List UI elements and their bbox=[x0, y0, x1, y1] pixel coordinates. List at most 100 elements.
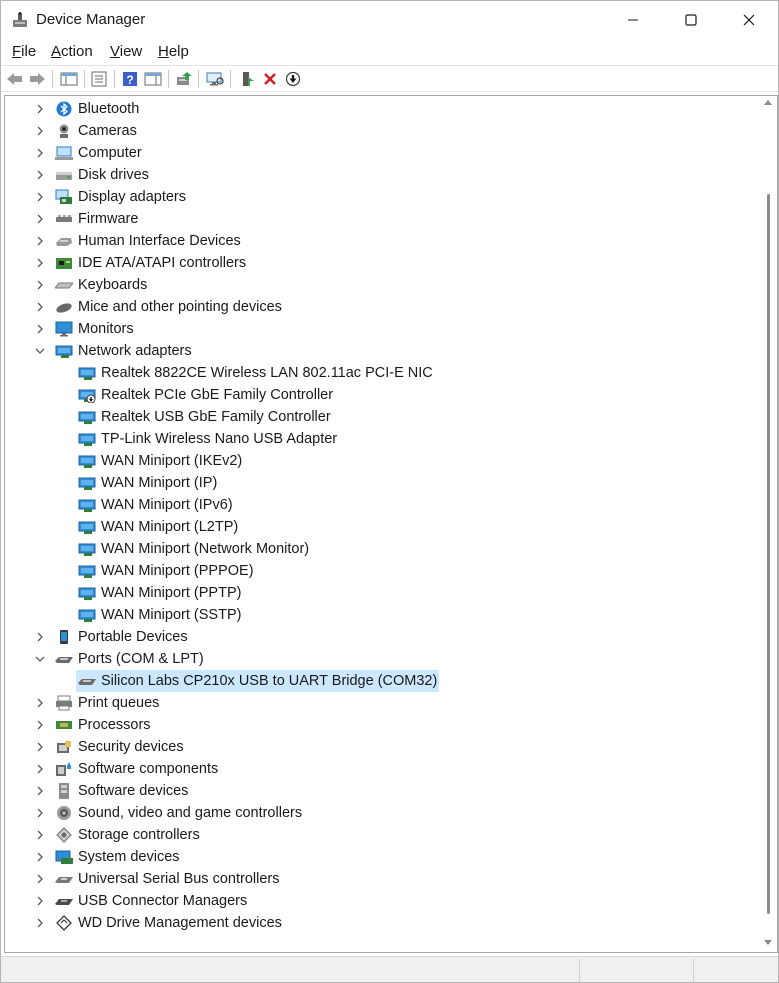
title-bar[interactable]: Device Manager bbox=[1, 1, 778, 39]
tree-category[interactable]: Universal Serial Bus controllers bbox=[5, 868, 755, 890]
tree-category[interactable]: Storage controllers bbox=[5, 824, 755, 846]
tree-category[interactable]: Cameras bbox=[5, 120, 755, 142]
scroll-up-arrow-icon[interactable] bbox=[764, 100, 772, 105]
keyboard-icon bbox=[53, 277, 75, 293]
chevron-down-icon[interactable] bbox=[34, 653, 46, 665]
tree-device[interactable]: Silicon Labs CP210x USB to UART Bridge (… bbox=[5, 670, 755, 692]
chevron-right-icon[interactable] bbox=[34, 301, 46, 313]
tree-category[interactable]: Monitors bbox=[5, 318, 755, 340]
tree-category[interactable]: Disk drives bbox=[5, 164, 755, 186]
network-adapter-icon bbox=[78, 563, 96, 579]
chevron-right-icon[interactable] bbox=[34, 235, 46, 247]
port-icon bbox=[78, 673, 96, 689]
tree-device[interactable]: WAN Miniport (IKEv2) bbox=[5, 450, 755, 472]
tree-category[interactable]: Network adapters bbox=[5, 340, 755, 362]
chevron-down-icon[interactable] bbox=[34, 345, 46, 357]
menu-view[interactable]: View bbox=[110, 43, 142, 60]
uninstall-device-button[interactable] bbox=[260, 69, 280, 89]
tree-category[interactable]: Firmware bbox=[5, 208, 755, 230]
tree-category[interactable]: Sound, video and game controllers bbox=[5, 802, 755, 824]
menu-file[interactable]: File bbox=[12, 43, 36, 60]
tree-category[interactable]: Computer bbox=[5, 142, 755, 164]
enable-device-button[interactable] bbox=[237, 69, 257, 89]
tree-category[interactable]: IDE ATA/ATAPI controllers bbox=[5, 252, 755, 274]
forward-button[interactable] bbox=[27, 69, 47, 89]
chevron-right-icon[interactable] bbox=[34, 873, 46, 885]
chevron-right-icon[interactable] bbox=[34, 213, 46, 225]
tree-category[interactable]: Display adapters bbox=[5, 186, 755, 208]
chevron-right-icon[interactable] bbox=[34, 763, 46, 775]
chevron-right-icon[interactable] bbox=[34, 125, 46, 137]
tree-device[interactable]: TP-Link Wireless Nano USB Adapter bbox=[5, 428, 755, 450]
tree-device[interactable]: WAN Miniport (IP) bbox=[5, 472, 755, 494]
tree-device[interactable]: WAN Miniport (Network Monitor) bbox=[5, 538, 755, 560]
action-pane-button[interactable] bbox=[143, 69, 163, 89]
device-tree[interactable]: Bluetooth Cameras Computer Disk drives Displ… bbox=[4, 95, 778, 953]
chevron-right-icon[interactable] bbox=[34, 279, 46, 291]
tree-category[interactable]: Ports (COM & LPT) bbox=[5, 648, 755, 670]
tree-device[interactable]: WAN Miniport (PPPOE) bbox=[5, 560, 755, 582]
chevron-right-icon[interactable] bbox=[34, 257, 46, 269]
usb-controller-icon bbox=[55, 871, 73, 887]
tree-device[interactable]: WAN Miniport (IPv6) bbox=[5, 494, 755, 516]
tree-category[interactable]: Bluetooth bbox=[5, 98, 755, 120]
tree-category[interactable]: Software devices bbox=[5, 780, 755, 802]
menu-action[interactable]: Action bbox=[51, 43, 93, 60]
disable-device-button[interactable] bbox=[283, 69, 303, 89]
tree-category[interactable]: USB Connector Managers bbox=[5, 890, 755, 912]
tree-device[interactable]: Realtek 8822CE Wireless LAN 802.11ac PCI… bbox=[5, 362, 755, 384]
enable-device-icon bbox=[243, 72, 254, 86]
chevron-right-icon[interactable] bbox=[34, 741, 46, 753]
tree-device[interactable]: WAN Miniport (SSTP) bbox=[5, 604, 755, 626]
chevron-right-icon[interactable] bbox=[34, 785, 46, 797]
tree-category[interactable]: Keyboards bbox=[5, 274, 755, 296]
chevron-right-icon[interactable] bbox=[34, 169, 46, 181]
scroll-thumb[interactable] bbox=[767, 194, 770, 914]
update-driver-button[interactable] bbox=[174, 69, 194, 89]
tree-category[interactable]: Portable Devices bbox=[5, 626, 755, 648]
chevron-right-icon[interactable] bbox=[34, 829, 46, 841]
show-hide-console-tree-button[interactable] bbox=[59, 69, 79, 89]
menu-help[interactable]: Help bbox=[158, 43, 189, 60]
properties-icon bbox=[91, 71, 107, 87]
close-button[interactable] bbox=[720, 1, 778, 39]
tree-category[interactable]: System devices bbox=[5, 846, 755, 868]
help-button[interactable]: ? bbox=[120, 69, 140, 89]
tree-category[interactable]: Print queues bbox=[5, 692, 755, 714]
chevron-right-icon[interactable] bbox=[34, 103, 46, 115]
chevron-right-icon[interactable] bbox=[34, 807, 46, 819]
tree-category[interactable]: Mice and other pointing devices bbox=[5, 296, 755, 318]
minimize-icon bbox=[628, 19, 638, 21]
network-adapter-icon bbox=[78, 497, 96, 513]
chevron-right-icon[interactable] bbox=[34, 191, 46, 203]
chevron-right-icon[interactable] bbox=[34, 631, 46, 643]
maximize-icon bbox=[685, 14, 697, 26]
back-button[interactable] bbox=[5, 69, 25, 89]
tree-category[interactable]: Software components bbox=[5, 758, 755, 780]
network-adapter-disabled-icon bbox=[78, 387, 96, 404]
chevron-right-icon[interactable] bbox=[34, 697, 46, 709]
chevron-right-icon[interactable] bbox=[34, 895, 46, 907]
scroll-down-arrow-icon[interactable] bbox=[764, 940, 772, 945]
tree-item-label: USB Connector Managers bbox=[78, 893, 248, 909]
tree-device[interactable]: Realtek PCIe GbE Family Controller bbox=[5, 384, 755, 406]
system-device-icon bbox=[55, 849, 73, 865]
vertical-scrollbar[interactable] bbox=[761, 96, 777, 952]
tree-device[interactable]: WAN Miniport (PPTP) bbox=[5, 582, 755, 604]
tree-device[interactable]: WAN Miniport (L2TP) bbox=[5, 516, 755, 538]
chevron-right-icon[interactable] bbox=[34, 147, 46, 159]
tree-category[interactable]: Processors bbox=[5, 714, 755, 736]
tree-category[interactable]: Security devices bbox=[5, 736, 755, 758]
tree-category[interactable]: Human Interface Devices bbox=[5, 230, 755, 252]
tree-category[interactable]: WD Drive Management devices bbox=[5, 912, 755, 934]
scan-hardware-changes-button[interactable] bbox=[205, 69, 225, 89]
tree-device[interactable]: Realtek USB GbE Family Controller bbox=[5, 406, 755, 428]
chevron-right-icon[interactable] bbox=[34, 917, 46, 929]
properties-button[interactable] bbox=[89, 69, 109, 89]
chevron-right-icon[interactable] bbox=[34, 851, 46, 863]
chevron-right-icon[interactable] bbox=[34, 323, 46, 335]
maximize-button[interactable] bbox=[662, 1, 720, 39]
tree-item-label: WAN Miniport (IPv6) bbox=[101, 497, 233, 513]
minimize-button[interactable] bbox=[604, 1, 662, 39]
chevron-right-icon[interactable] bbox=[34, 719, 46, 731]
